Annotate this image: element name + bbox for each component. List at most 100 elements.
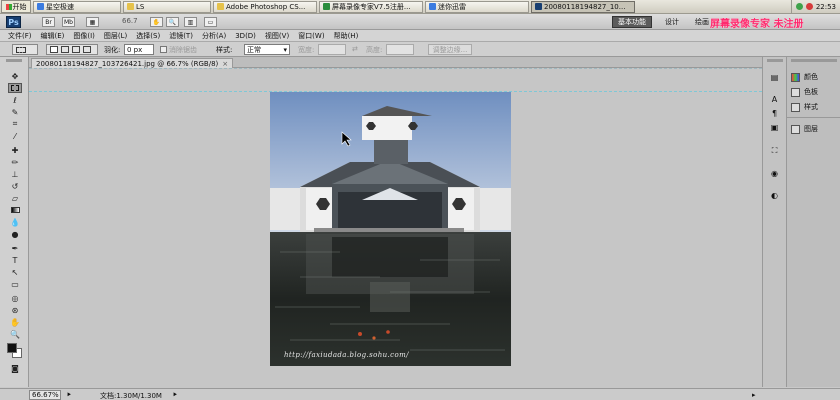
dodge-tool-icon[interactable]: ● [8,229,22,239]
healing-brush-tool-icon[interactable]: ✚ [8,145,22,155]
photo-caption: http://faxiudada.blog.sohu.com/ [284,351,409,359]
quick-mask-icon[interactable]: ◙ [8,363,22,373]
shape-tool-icon[interactable]: ▭ [8,279,22,289]
history-brush-tool-icon[interactable]: ↺ [8,181,22,191]
add-selection-icon[interactable] [61,46,69,53]
workspace-essentials[interactable]: 基本功能 [612,16,652,28]
gradient-tool-icon[interactable] [8,205,22,215]
menu-3d[interactable]: 3D(D) [235,32,256,40]
close-icon[interactable]: × [222,60,228,68]
document-image[interactable]: http://faxiudada.blog.sohu.com/ [270,92,511,366]
taskbar-item-xunlei[interactable]: 迷你迅雷 [425,0,529,13]
lasso-tool-icon[interactable]: ℓ [8,95,22,105]
color-swatches [6,340,22,358]
subtract-selection-icon[interactable] [72,46,80,53]
taskbar-item-photoshop[interactable]: Adobe Photoshop CS... [213,0,317,13]
panel-grip[interactable] [791,59,837,62]
menu-select[interactable]: 选择(S) [136,31,160,41]
3d-panel-icon[interactable]: ◉ [768,167,781,179]
swap-icon[interactable]: ⇄ [352,45,358,53]
blur-tool-icon[interactable]: 💧 [8,217,22,227]
panel-grip[interactable] [767,59,783,62]
zoom-tool-icon[interactable]: 🔍 [8,329,22,339]
view-extras-icon[interactable]: ▦ [86,17,99,27]
zoom-icon[interactable]: 🔍 [166,17,179,27]
bridge-icon[interactable]: Br [42,17,55,27]
feather-input[interactable]: 0 px [124,44,154,55]
security-icon[interactable] [805,3,813,10]
menu-image[interactable]: 图像(I) [73,31,95,41]
panel-layers[interactable]: 图层 [791,123,818,135]
menu-help[interactable]: 帮助(H) [334,31,359,41]
antialias-checkbox[interactable] [160,46,167,53]
options-bar: 羽化: 0 px 消除锯齿 样式: 正常 ▾ 宽度: ⇄ 高度: 调整边缘... [0,42,840,57]
document-tab[interactable]: 20080118194827_103726421.jpg @ 66.7% (RG… [31,58,234,68]
new-selection-icon[interactable] [50,46,58,53]
status-menu-icon[interactable]: ⯈ [66,391,72,400]
taskbar-item-image[interactable]: 20080118194827_10... [531,0,635,13]
path-select-tool-icon[interactable]: ↖ [8,267,22,277]
taskbar-item-xingkong[interactable]: 星空极速 [33,0,121,13]
recorder-watermark: 屏幕录像专家 未注册 [710,19,804,30]
arrange-documents-icon[interactable]: ▥ [184,17,197,27]
transform-panel-icon[interactable]: ⛶ [768,145,781,157]
history-panel-icon[interactable]: ▤ [768,71,781,83]
screen-mode-icon[interactable]: ▭ [204,17,217,27]
menu-analysis[interactable]: 分析(A) [202,31,226,41]
panel-grip[interactable] [6,59,22,62]
crop-tool-icon[interactable]: ⌗ [8,119,22,129]
foreground-color-swatch[interactable] [7,343,17,353]
width-input[interactable] [318,44,346,55]
zoom-level[interactable]: 66.7 [122,17,138,25]
eyedropper-tool-icon[interactable]: ⁄ [8,131,22,141]
menu-window[interactable]: 窗口(W) [298,31,324,41]
museum-photo [270,92,511,366]
taskbar-item-screen-recorder[interactable]: 屏幕录像专家V7.5注册... [319,0,423,13]
panel-swatches[interactable]: 色板 [791,86,818,98]
menu-filter[interactable]: 滤镜(T) [169,31,193,41]
adjustments-panel-icon[interactable]: ◐ [768,189,781,201]
navigator-panel-icon[interactable]: ▣ [768,121,781,133]
pen-tool-icon[interactable]: ✒ [8,243,22,253]
clone-stamp-tool-icon[interactable]: ⊥ [8,169,22,179]
refine-edge-button[interactable]: 调整边缘... [428,44,472,55]
thunder-icon [429,3,436,10]
move-tool-icon[interactable]: ✥ [8,71,22,81]
photoshop-icon [535,3,542,10]
marquee-icon [16,47,26,53]
menu-bar: 文件(F) 编辑(E) 图像(I) 图层(L) 选择(S) 滤镜(T) 分析(A… [0,30,840,42]
zoom-field[interactable]: 66.67% [29,390,61,400]
hand-icon[interactable]: ✋ [150,17,163,27]
tool-preset-picker[interactable] [12,44,38,55]
type-tool-icon[interactable]: T [8,255,22,265]
quick-select-tool-icon[interactable]: ✎ [8,107,22,117]
paragraph-panel-icon[interactable]: ¶ [768,107,781,119]
mini-bridge-icon[interactable]: Mb [62,17,75,27]
folder-icon [127,3,134,10]
style-select[interactable]: 正常 ▾ [244,44,290,55]
guide-line[interactable] [29,68,762,69]
scroll-arrow-icon[interactable]: ▸ [752,391,756,399]
3d-rotate-tool-icon[interactable]: ◎ [8,293,22,303]
menu-file[interactable]: 文件(F) [8,31,32,41]
panel-color[interactable]: 颜色 [791,71,818,83]
panel-styles[interactable]: 样式 [791,101,818,113]
network-icon[interactable] [795,3,803,10]
workspace-design[interactable]: 设计 [660,16,684,28]
3d-orbit-tool-icon[interactable]: ⊛ [8,305,22,315]
taskbar-item-ls[interactable]: LS [123,0,211,13]
start-button[interactable]: 开始 [1,0,31,13]
brush-tool-icon[interactable]: ✏ [8,157,22,167]
menu-edit[interactable]: 编辑(E) [41,31,65,41]
menu-layer[interactable]: 图层(L) [104,31,127,41]
width-label: 宽度: [298,46,315,54]
hand-tool-icon[interactable]: ✋ [8,317,22,327]
eraser-tool-icon[interactable]: ▱ [8,193,22,203]
character-panel-icon[interactable]: A [768,93,781,105]
menu-view[interactable]: 视图(V) [265,31,289,41]
feather-label: 羽化: [104,46,121,54]
status-menu-arrow-icon[interactable]: ⯈ [172,391,178,400]
rect-marquee-tool-icon[interactable] [8,83,22,93]
height-input[interactable] [386,44,414,55]
intersect-selection-icon[interactable] [83,46,91,53]
